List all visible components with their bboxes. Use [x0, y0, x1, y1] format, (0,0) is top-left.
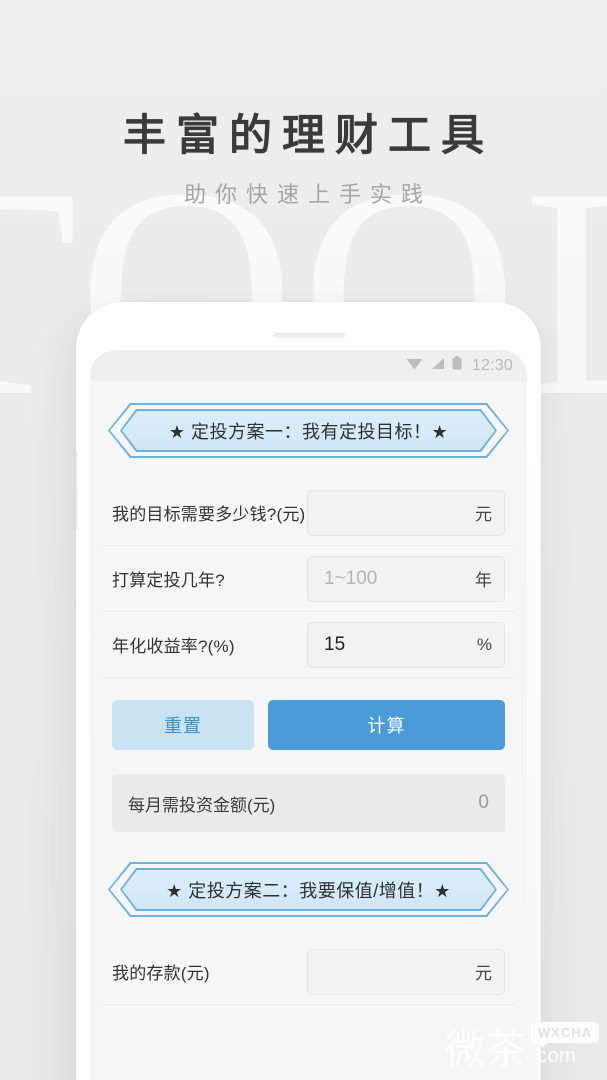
- phone-screen: 12:30 ★ 定投方案一：我有定投目标！★ 我的目标需要多少钱?(元) 元 打…: [90, 350, 527, 1080]
- form-label: 我的目标需要多少钱?(元): [112, 505, 306, 524]
- form-row-savings: 我的存款(元) 元: [102, 939, 515, 1005]
- form-row-annual-rate: 年化收益率?(%) 15 %: [102, 612, 515, 678]
- calculate-button[interactable]: 计算: [268, 700, 505, 750]
- target-amount-input[interactable]: 元: [307, 489, 505, 536]
- phone-mockup: 12:30 ★ 定投方案一：我有定投目标！★ 我的目标需要多少钱?(元) 元 打…: [76, 302, 541, 1080]
- result-value: 0: [478, 792, 489, 813]
- input-suffix: 年: [475, 571, 492, 590]
- savings-input[interactable]: 元: [307, 948, 505, 995]
- section-two-title: ★ 定投方案二：我要保值/增值！★: [166, 880, 451, 901]
- wifi-icon: [406, 357, 423, 375]
- watermark-bubble-label: WXCHA: [530, 1022, 599, 1048]
- action-button-row: 重置 计算: [102, 678, 515, 750]
- input-suffix: %: [476, 634, 492, 654]
- hero-heading-group: 丰富的理财工具 助你快速上手实践: [0, 112, 607, 209]
- input-suffix: 元: [475, 505, 492, 524]
- watermark-right-group: WXCHA .com: [530, 1022, 599, 1070]
- form-row-target-amount: 我的目标需要多少钱?(元) 元: [102, 480, 515, 546]
- result-label: 每月需投资金额(元): [128, 795, 276, 815]
- annual-rate-input[interactable]: 15 %: [307, 621, 505, 668]
- years-input[interactable]: 1~100 年: [307, 555, 505, 602]
- input-value: 15: [324, 633, 346, 655]
- page-subtitle: 助你快速上手实践: [183, 182, 432, 208]
- result-row-monthly-amount: 每月需投资金额(元) 0: [112, 774, 505, 832]
- battery-icon: [452, 356, 462, 375]
- page-title: 丰富的理财工具: [123, 113, 494, 160]
- form-label: 打算定投几年?: [112, 571, 225, 590]
- status-time: 12:30: [471, 356, 513, 374]
- section-banner-one: ★ 定投方案一：我有定投目标！★: [108, 403, 509, 458]
- app-content: ★ 定投方案一：我有定投目标！★ 我的目标需要多少钱?(元) 元 打算定投几年?…: [90, 403, 527, 1005]
- form-label: 我的存款(元): [112, 964, 210, 983]
- section-banner-two: ★ 定投方案二：我要保值/增值！★: [108, 862, 509, 917]
- signal-icon: [430, 357, 445, 375]
- reset-button[interactable]: 重置: [112, 700, 254, 750]
- promo-page: TOOL 丰富的理财工具 助你快速上手实践: [0, 0, 607, 1080]
- form-label: 年化收益率?(%): [112, 637, 235, 656]
- form-row-years: 打算定投几年? 1~100 年: [102, 546, 515, 612]
- phone-speaker-grille: [272, 333, 345, 338]
- input-suffix: 元: [475, 964, 492, 983]
- phone-side-button[interactable]: [76, 450, 78, 532]
- section-one-title: ★ 定投方案一：我有定投目标！★: [168, 421, 449, 442]
- input-placeholder: 1~100: [324, 567, 378, 589]
- status-bar: 12:30: [90, 350, 527, 381]
